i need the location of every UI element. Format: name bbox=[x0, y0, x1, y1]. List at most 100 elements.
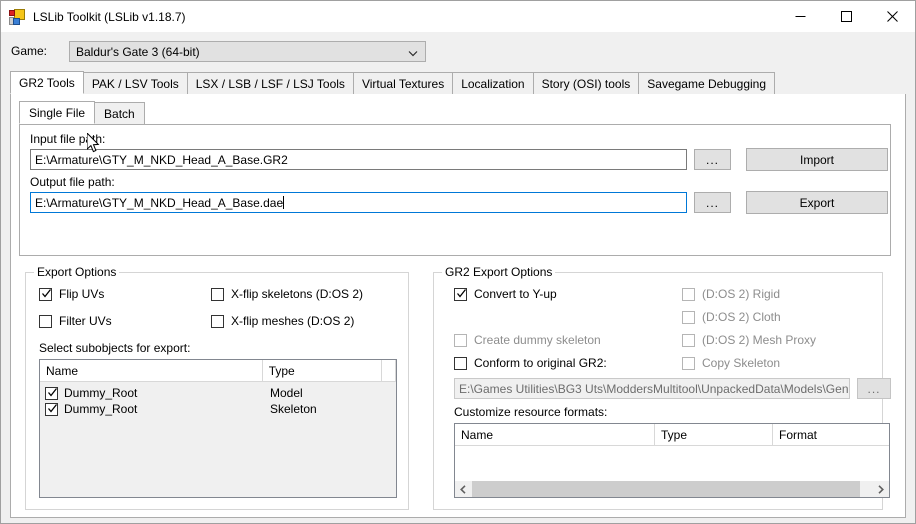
sub-tab-single-file[interactable]: Single File bbox=[19, 101, 96, 124]
main-tab-row: GR2 Tools PAK / LSV Tools LSX / LSB / LSF … bbox=[10, 71, 776, 95]
output-file-path-field[interactable]: E:\Armature\GTY_M_NKD_Head_A_Base.dae bbox=[30, 192, 687, 213]
resource-formats-label: Customize resource formats: bbox=[454, 405, 608, 419]
checkbox-box bbox=[211, 287, 224, 301]
conform-path-field[interactable]: E:\Games Utilities\BG3 Uts\ModdersMultit… bbox=[454, 378, 850, 399]
checkbox-box bbox=[682, 333, 695, 347]
main-tab-story-osi-tools[interactable]: Story (OSI) tools bbox=[532, 72, 640, 94]
resource-formats-listview[interactable]: Name Type Format bbox=[454, 423, 890, 498]
single-file-panel: Input file path: E:\Armature\GTY_M_NKD_H… bbox=[19, 124, 891, 256]
application-window: LSLib Toolkit (LSLib v1.18.7) Game: Bald… bbox=[0, 0, 916, 524]
scrollbar-track[interactable] bbox=[472, 480, 872, 497]
conform-path-value: E:\Games Utilities\BG3 Uts\ModdersMultit… bbox=[459, 381, 849, 396]
checkbox-label: (D:OS 2) Mesh Proxy bbox=[702, 333, 817, 347]
main-tab-lsx-lsb-lsf-lsj-tools[interactable]: LSX / LSB / LSF / LSJ Tools bbox=[186, 72, 354, 94]
export-options-group: Export Options Flip UVs Filter UVs X-fli… bbox=[25, 265, 409, 510]
checkbox-flip-uvs[interactable]: Flip UVs bbox=[39, 287, 104, 301]
check-icon bbox=[457, 288, 467, 298]
input-browse-button[interactable]: ... bbox=[694, 149, 731, 170]
output-browse-button[interactable]: ... bbox=[694, 192, 731, 213]
subobjects-col-name[interactable]: Name bbox=[40, 360, 263, 382]
check-icon bbox=[48, 387, 58, 397]
game-combobox-value: Baldur's Gate 3 (64-bit) bbox=[76, 44, 200, 59]
close-button[interactable] bbox=[869, 1, 915, 32]
row-checkbox[interactable] bbox=[45, 402, 58, 416]
input-file-path-label: Input file path: bbox=[30, 132, 106, 146]
checkbox-dos2-cloth[interactable]: (D:OS 2) Cloth bbox=[682, 310, 781, 324]
checkbox-xflip-meshes[interactable]: X-flip meshes (D:OS 2) bbox=[211, 314, 354, 328]
input-browse-label: ... bbox=[705, 152, 719, 167]
checkbox-dos2-rigid[interactable]: (D:OS 2) Rigid bbox=[682, 287, 780, 301]
checkbox-conform-to-original-gr2[interactable]: Conform to original GR2: bbox=[454, 356, 607, 370]
scrollbar-thumb[interactable] bbox=[472, 480, 860, 497]
main-tab-label: Savegame Debugging bbox=[647, 76, 767, 91]
table-row[interactable]: Dummy_Root Model bbox=[40, 385, 396, 401]
maximize-button[interactable] bbox=[823, 1, 869, 32]
subobject-name: Dummy_Root bbox=[64, 386, 138, 400]
checkbox-dos2-mesh-proxy[interactable]: (D:OS 2) Mesh Proxy bbox=[682, 333, 816, 347]
main-tab-label: Localization bbox=[461, 76, 525, 91]
conform-browse-button[interactable]: ... bbox=[857, 378, 891, 399]
resource-col-type[interactable]: Type bbox=[655, 424, 773, 446]
checkbox-label: (D:OS 2) Rigid bbox=[702, 287, 781, 301]
main-tab-gr2-tools[interactable]: GR2 Tools bbox=[10, 71, 84, 94]
output-browse-label: ... bbox=[705, 195, 719, 210]
subobjects-label: Select subobjects for export: bbox=[39, 341, 191, 355]
subobject-name: Dummy_Root bbox=[64, 402, 138, 416]
checkbox-box bbox=[454, 333, 467, 347]
checkbox-box bbox=[39, 314, 52, 328]
subobjects-col-spacer bbox=[382, 360, 396, 382]
export-button[interactable]: Export bbox=[746, 191, 888, 214]
checkbox-filter-uvs[interactable]: Filter UVs bbox=[39, 314, 112, 328]
checkbox-box bbox=[682, 310, 695, 324]
checkbox-xflip-skeletons[interactable]: X-flip skeletons (D:OS 2) bbox=[211, 287, 363, 301]
gr2-tools-page: Single File Batch Input file path: E:\Arm… bbox=[10, 94, 906, 518]
check-icon bbox=[48, 403, 58, 413]
checkbox-copy-skeleton[interactable]: Copy Skeleton bbox=[682, 356, 780, 370]
sub-tab-batch[interactable]: Batch bbox=[94, 102, 145, 124]
row-checkbox[interactable] bbox=[45, 386, 58, 400]
output-file-path-value: E:\Armature\GTY_M_NKD_Head_A_Base.dae bbox=[35, 195, 284, 210]
scroll-right-icon[interactable] bbox=[872, 481, 889, 498]
checkbox-label: Convert to Y-up bbox=[474, 287, 557, 301]
table-row[interactable]: Dummy_Root Skeleton bbox=[40, 401, 396, 417]
subobjects-col-type[interactable]: Type bbox=[263, 360, 383, 382]
main-tab-localization[interactable]: Localization bbox=[452, 72, 534, 94]
check-icon bbox=[42, 288, 52, 298]
checkbox-create-dummy-skeleton[interactable]: Create dummy skeleton bbox=[454, 333, 601, 347]
resource-formats-body bbox=[455, 446, 889, 479]
chevron-down-icon bbox=[408, 47, 418, 57]
import-button[interactable]: Import bbox=[746, 148, 888, 171]
window-controls bbox=[777, 1, 915, 32]
checkbox-label: Filter UVs bbox=[59, 314, 112, 328]
checkbox-label: X-flip skeletons (D:OS 2) bbox=[231, 287, 364, 301]
main-tab-savegame-debugging[interactable]: Savegame Debugging bbox=[638, 72, 776, 94]
subobjects-listview[interactable]: Name Type Dummy_Root Model Dummy_Root Skele… bbox=[39, 359, 397, 498]
main-tab-virtual-textures[interactable]: Virtual Textures bbox=[352, 72, 454, 94]
game-combobox[interactable]: Baldur's Gate 3 (64-bit) bbox=[69, 41, 426, 62]
minimize-icon bbox=[795, 16, 805, 17]
text-caret bbox=[283, 196, 285, 209]
input-file-path-field[interactable]: E:\Armature\GTY_M_NKD_Head_A_Base.GR2 bbox=[30, 149, 687, 170]
main-tab-pak-lsv-tools[interactable]: PAK / LSV Tools bbox=[82, 72, 188, 94]
subobject-name-cell: Dummy_Root bbox=[40, 386, 264, 400]
resource-formats-hscrollbar[interactable] bbox=[455, 480, 889, 497]
main-tab-label: LSX / LSB / LSF / LSJ Tools bbox=[195, 76, 345, 91]
resource-col-name[interactable]: Name bbox=[455, 424, 655, 446]
minimize-button[interactable] bbox=[777, 1, 823, 32]
import-button-label: Import bbox=[799, 152, 834, 167]
resource-formats-header: Name Type Format bbox=[455, 424, 889, 446]
scroll-left-icon[interactable] bbox=[455, 481, 472, 498]
checkbox-box bbox=[682, 356, 695, 370]
checkbox-convert-to-y-up[interactable]: Convert to Y-up bbox=[454, 287, 557, 301]
sub-tab-label: Batch bbox=[104, 106, 135, 121]
game-selector-row: Game: Baldur's Gate 3 (64-bit) bbox=[1, 32, 915, 70]
subobject-name-cell: Dummy_Root bbox=[40, 402, 264, 416]
conform-browse-label: ... bbox=[867, 381, 881, 396]
main-tab-strip: GR2 Tools PAK / LSV Tools LSX / LSB / LSF … bbox=[10, 71, 906, 95]
checkbox-label: X-flip meshes (D:OS 2) bbox=[231, 314, 355, 328]
subobjects-header: Name Type bbox=[40, 360, 396, 382]
checkbox-box bbox=[211, 314, 224, 328]
resource-col-format[interactable]: Format bbox=[773, 424, 889, 446]
gr2-export-options-title: GR2 Export Options bbox=[442, 265, 556, 279]
title-bar: LSLib Toolkit (LSLib v1.18.7) bbox=[1, 1, 915, 32]
